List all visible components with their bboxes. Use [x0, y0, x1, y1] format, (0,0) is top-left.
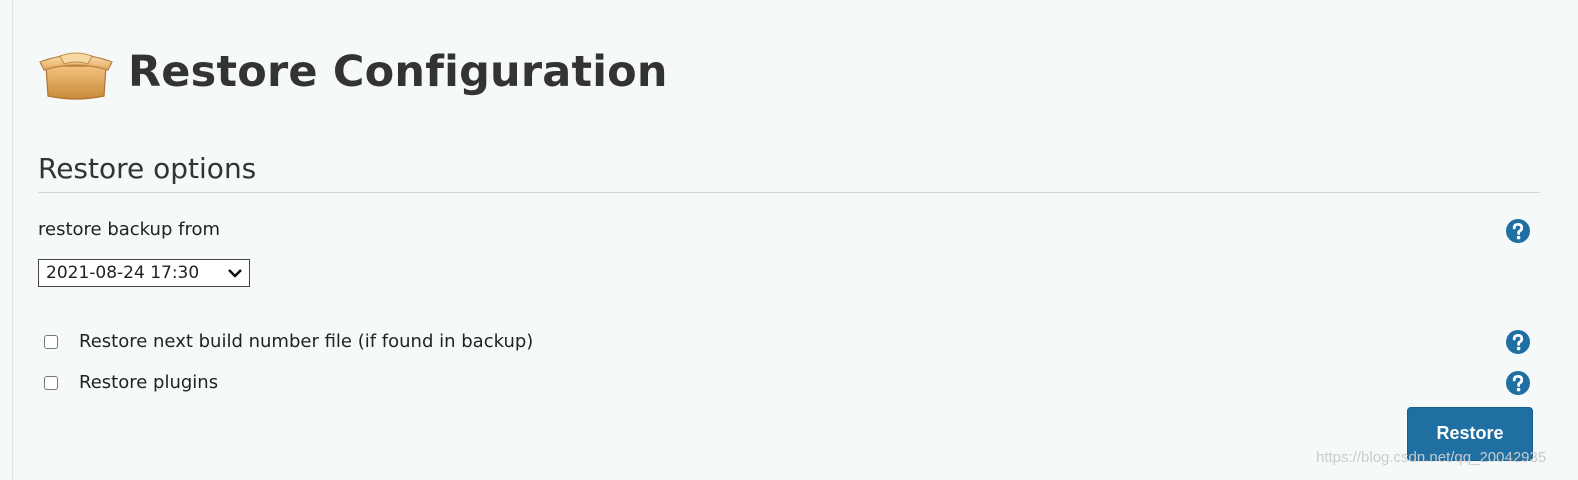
help-icon[interactable]: [1505, 370, 1531, 396]
chevron-down-icon: [228, 269, 242, 278]
section-divider: [38, 192, 1540, 193]
left-border: [12, 0, 13, 480]
page-title: Restore Configuration: [128, 47, 668, 97]
option-label: Restore next build number file (if found…: [79, 331, 534, 352]
page-header: Restore Configuration: [38, 42, 668, 102]
watermark: https://blog.csdn.net/qq_20042935: [1316, 449, 1547, 466]
help-icon[interactable]: [1505, 218, 1531, 244]
backup-select-value: 2021-08-24 17:30: [46, 263, 200, 283]
section-title: Restore options: [38, 152, 257, 185]
help-icon[interactable]: [1505, 329, 1531, 355]
backup-select[interactable]: 2021-08-24 17:30: [38, 259, 250, 287]
restore-build-number-checkbox[interactable]: [44, 334, 58, 349]
option-restore-plugins: Restore plugins: [44, 372, 218, 393]
backup-source-label: restore backup from: [38, 219, 220, 240]
package-box-icon: [39, 52, 113, 100]
option-label: Restore plugins: [79, 372, 219, 393]
restore-config-page: Restore Configuration Restore options re…: [38, 0, 1547, 480]
restore-plugins-checkbox[interactable]: [44, 375, 58, 390]
option-restore-build-number: Restore next build number file (if found…: [44, 331, 533, 352]
